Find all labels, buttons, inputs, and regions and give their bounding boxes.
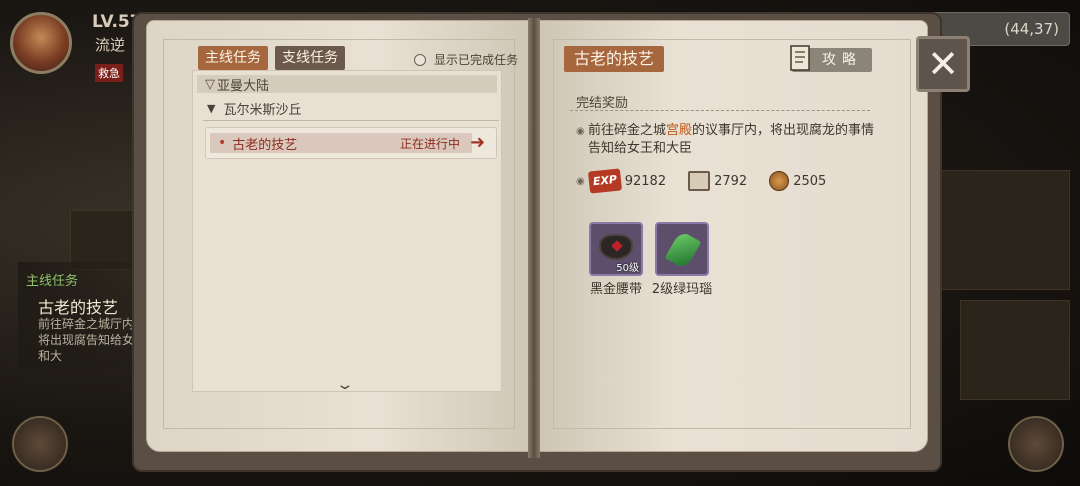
region-header[interactable]: ▽ 亚曼大陆	[197, 75, 497, 94]
scene-building	[960, 300, 1070, 400]
scene-building	[930, 170, 1070, 290]
green-agate-icon	[664, 230, 702, 270]
player-name: 流逆	[95, 36, 126, 54]
list-item[interactable]: • 古老的技艺 正在进行中 ➜	[205, 127, 497, 159]
radio-circle-icon[interactable]	[414, 53, 426, 66]
quest-tracker[interactable]: 主线任务 古老的技艺 前往碎金之城厅内，将出现腐告知给女王和大	[18, 262, 146, 370]
quest-name: 古老的技艺	[232, 137, 298, 153]
tab-side-quests[interactable]: 支线任务	[275, 46, 345, 70]
skill-value: 2792	[714, 173, 748, 189]
guide-button[interactable]: 攻略	[790, 45, 872, 72]
item-level: 50级	[616, 263, 639, 274]
subregion-name: 瓦尔米斯沙丘	[223, 103, 302, 118]
exp-reward: EXP 92182	[587, 168, 667, 194]
bullet-dot-icon: ◉	[576, 175, 585, 187]
region-name: 亚曼大陆	[217, 78, 270, 94]
exp-icon: EXP	[587, 168, 622, 194]
tracker-quest-title: 古老的技艺	[38, 298, 119, 317]
triangle-down-icon: ▽	[205, 76, 215, 92]
gold-value: 2505	[793, 173, 827, 189]
tracker-heading: 主线任务	[26, 274, 79, 289]
reward-item-agate[interactable]	[655, 222, 709, 276]
bullet-dot-icon: •	[218, 135, 227, 151]
divider	[203, 120, 499, 121]
reward-item-belt[interactable]: 50级	[589, 222, 643, 276]
scroll-icon	[790, 45, 810, 71]
chat-button[interactable]	[12, 416, 68, 472]
chevron-down-icon[interactable]: ⌄	[335, 377, 354, 393]
status-badge: 救急	[95, 64, 123, 82]
tracker-quest-desc: 前往碎金之城厅内，将出现腐告知给女王和大	[38, 317, 147, 363]
show-completed-label: 显示已完成任务	[434, 53, 519, 67]
house-button[interactable]	[1008, 416, 1064, 472]
item-label: 2级绿玛瑙	[651, 282, 713, 297]
quest-title: 古老的技艺	[564, 46, 665, 72]
quest-description: 前往碎金之城宫殿的议事厅内，将出现腐龙的事情告知给女王和大臣	[588, 122, 880, 158]
reward-heading: 完结奖励	[576, 96, 629, 111]
quest-status: 正在进行中	[399, 136, 460, 151]
arrow-right-icon: ➜	[470, 132, 486, 153]
show-completed-toggle[interactable]: 显示已完成任务	[414, 51, 518, 68]
book-icon	[688, 171, 711, 191]
guide-label: 攻略	[822, 52, 862, 68]
close-icon: ✕	[927, 42, 959, 86]
divider	[570, 110, 870, 111]
skill-reward: 2792	[688, 171, 747, 191]
item-label: 黑金腰带	[589, 282, 642, 297]
desc-text-pre: 前往碎金之城	[588, 123, 667, 138]
bullet-dot-icon: ◉	[576, 126, 585, 137]
quest-row-highlight: • 古老的技艺 正在进行中	[210, 133, 472, 153]
coin-icon	[769, 171, 790, 191]
close-button[interactable]: ✕	[916, 36, 970, 92]
exp-value: 92182	[624, 173, 667, 189]
book-spine	[528, 18, 540, 458]
desc-highlight-location: 宫殿	[666, 123, 693, 138]
triangle-down-icon: ▼	[207, 102, 216, 115]
quest-list: ▽ 亚曼大陆 ▼ 瓦尔米斯沙丘 • 古老的技艺 正在进行中 ➜ ⌄	[192, 70, 502, 393]
rewards-row: ◉ EXP 92182 2792 2505	[576, 168, 848, 194]
tab-main-quests[interactable]: 主线任务	[198, 46, 268, 70]
gold-reward: 2505	[769, 171, 826, 191]
player-avatar[interactable]	[10, 12, 72, 74]
subregion-header[interactable]: ▼ 瓦尔米斯沙丘	[207, 99, 301, 118]
